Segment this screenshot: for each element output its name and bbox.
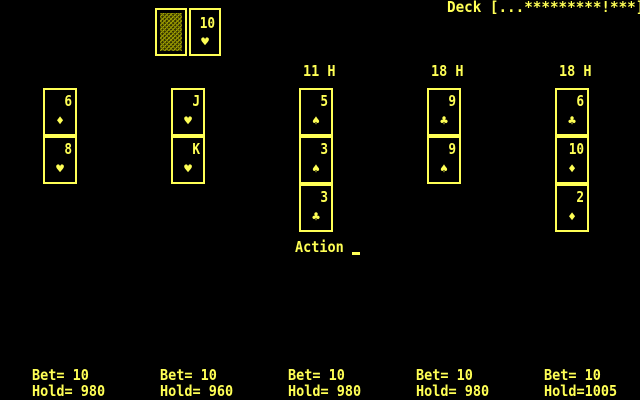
heart-suit-icon: ♥ <box>56 162 64 177</box>
player-2-bet: Bet= 10 <box>160 366 217 384</box>
player-1-bet: Bet= 10 <box>32 366 89 384</box>
heart-suit-icon: ♥ <box>201 35 209 50</box>
card-rank: 2 <box>576 188 584 206</box>
action-prompt-label: Action <box>295 238 344 256</box>
player-2-card-2: K ♥ <box>171 136 205 184</box>
player-4-total: 18 H <box>431 62 464 80</box>
heart-suit-icon: ♥ <box>184 162 192 177</box>
player-3-card-3: 3 ♣ <box>299 184 333 232</box>
card-rank: 8 <box>64 140 72 158</box>
player-2-card-1: J ♥ <box>171 88 205 136</box>
card-rank: J <box>192 92 200 110</box>
diamond-suit-icon: ♦ <box>568 162 576 177</box>
player-5-card-1: 6 ♣ <box>555 88 589 136</box>
club-suit-icon: ♣ <box>568 114 576 129</box>
player-5-bet: Bet= 10 <box>544 366 601 384</box>
dealer-hidden-card <box>155 8 187 56</box>
card-rank: 5 <box>320 92 328 110</box>
card-rank: 6 <box>64 92 72 110</box>
heart-suit-icon: ♥ <box>184 114 192 129</box>
player-4-hold: Hold= 980 <box>416 382 490 400</box>
club-suit-icon: ♣ <box>440 114 448 129</box>
player-5-card-2: 10 ♦ <box>555 136 589 184</box>
player-4-card-2: 9 ♠ <box>427 136 461 184</box>
dealer-up-card: 10 ♥ <box>189 8 221 56</box>
player-1-hold: Hold= 980 <box>32 382 106 400</box>
card-rank: 9 <box>448 92 456 110</box>
card-rank: K <box>192 140 200 158</box>
card-back-pattern <box>160 13 182 51</box>
player-3-total: 11 H <box>303 62 336 80</box>
diamond-suit-icon: ♦ <box>56 114 64 129</box>
player-5-card-3: 2 ♦ <box>555 184 589 232</box>
spade-suit-icon: ♠ <box>440 162 448 177</box>
card-rank: 10 <box>568 140 584 158</box>
card-rank: 3 <box>320 188 328 206</box>
card-rank: 3 <box>320 140 328 158</box>
player-3-bet: Bet= 10 <box>288 366 345 384</box>
player-3-card-2: 3 ♠ <box>299 136 333 184</box>
club-suit-icon: ♣ <box>312 210 320 225</box>
player-3-card-1: 5 ♠ <box>299 88 333 136</box>
player-1-card-1: 6 ♦ <box>43 88 77 136</box>
player-3-hold: Hold= 980 <box>288 382 362 400</box>
card-rank: 10 <box>199 14 215 32</box>
text-cursor[interactable] <box>352 252 360 255</box>
diamond-suit-icon: ♦ <box>568 210 576 225</box>
player-5-total: 18 H <box>559 62 592 80</box>
player-5-hold: Hold=1005 <box>544 382 618 400</box>
deck-status: Deck [...*********!***] <box>447 0 640 16</box>
spade-suit-icon: ♠ <box>312 162 320 177</box>
player-2-hold: Hold= 960 <box>160 382 234 400</box>
player-4-card-1: 9 ♣ <box>427 88 461 136</box>
player-1-card-2: 8 ♥ <box>43 136 77 184</box>
spade-suit-icon: ♠ <box>312 114 320 129</box>
card-rank: 6 <box>576 92 584 110</box>
card-rank: 9 <box>448 140 456 158</box>
player-4-bet: Bet= 10 <box>416 366 473 384</box>
